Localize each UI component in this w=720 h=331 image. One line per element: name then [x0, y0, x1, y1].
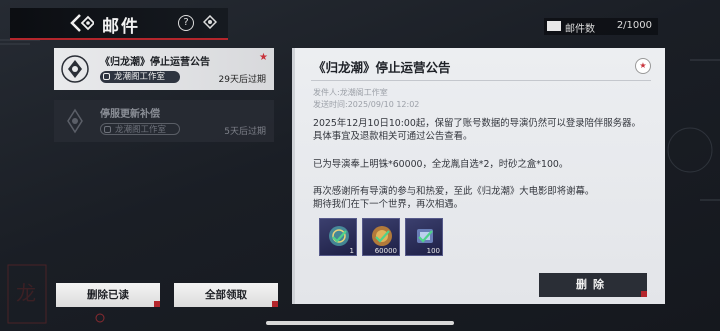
mail-count-value: 2/1000 — [616, 20, 652, 31]
studio-icon — [104, 126, 111, 133]
header-bar: 邮件 ? — [10, 8, 228, 40]
mail-count-badge: 邮件数 2/1000 — [544, 18, 658, 35]
filter-icon[interactable] — [203, 15, 217, 29]
body-line: 2025年12月10日10:00起，保留了账号数据的导演仍然可以登录陪伴服务器。 — [313, 118, 641, 129]
mail-type-icon — [67, 108, 83, 134]
reward-item[interactable]: 1 — [319, 218, 357, 256]
star-icon: ★ — [259, 52, 268, 63]
mail-list-item[interactable]: 《归龙潮》停止运营公告 龙潮阁工作室 29天后过期 ★ — [54, 48, 274, 90]
mail-sender-tag: 龙潮阁工作室 — [100, 71, 180, 83]
reward-qty: 1 — [349, 247, 354, 255]
mail-sender: 龙潮阁工作室 — [114, 72, 166, 82]
detail-sender: 发件人:龙潮阁工作室 — [313, 88, 388, 97]
divider — [311, 80, 651, 81]
mail-count-label: 邮件数 — [565, 24, 595, 35]
mail-sender: 龙潮阁工作室 — [115, 125, 167, 135]
help-icon[interactable]: ? — [178, 15, 194, 31]
reward-item[interactable]: 60000 — [362, 218, 400, 256]
studio-icon — [103, 73, 110, 80]
mail-expire: 5天后过期 — [224, 127, 266, 137]
mail-title: 停服更新补偿 — [100, 109, 160, 120]
envelope-icon — [547, 21, 561, 31]
svg-text:龙: 龙 — [16, 281, 36, 305]
favorite-icon[interactable]: ★ — [635, 58, 651, 74]
body-line: 具体事宜及退款相关可通过公告查看。 — [313, 131, 473, 142]
home-indicator[interactable] — [266, 321, 454, 325]
reward-item[interactable]: 100 — [405, 218, 443, 256]
body-line: 已为导演奉上明铢*60000，全龙胤自选*2，时砂之盒*100。 — [313, 159, 569, 170]
claim-all-button[interactable]: 全部领取 — [174, 283, 278, 307]
mail-list-item[interactable]: 停服更新补偿 龙潮阁工作室 5天后过期 — [54, 100, 274, 142]
detail-title: 《归龙潮》停止运营公告 — [313, 60, 451, 75]
reward-qty: 100 — [426, 247, 440, 255]
detail-time: 发送时间:2025/09/10 12:02 — [313, 100, 420, 109]
back-icon[interactable] — [68, 13, 94, 33]
mail-expire: 29天后过期 — [218, 75, 266, 85]
delete-button[interactable]: 删除 — [539, 273, 647, 297]
hourglass-box-icon — [417, 229, 433, 243]
body-line: 期待我们在下一个世界，再次相遇。 — [313, 199, 464, 210]
reward-qty: 60000 — [374, 247, 397, 255]
delete-read-button[interactable]: 删除已读 — [56, 283, 160, 307]
mail-detail-panel: 《归龙潮》停止运营公告 ★ 发件人:龙潮阁工作室 发送时间:2025/09/10… — [292, 48, 665, 304]
coin-icon — [372, 226, 392, 246]
mail-type-icon — [61, 55, 89, 83]
dragon-token-icon — [329, 226, 349, 246]
body-line: 再次感谢所有导演的参与和热爱，至此《归龙潮》大电影即将谢幕。 — [313, 186, 595, 197]
mail-title: 《归龙潮》停止运营公告 — [100, 57, 210, 68]
page-title: 邮件 — [102, 17, 140, 37]
mail-sender-tag: 龙潮阁工作室 — [100, 123, 180, 135]
